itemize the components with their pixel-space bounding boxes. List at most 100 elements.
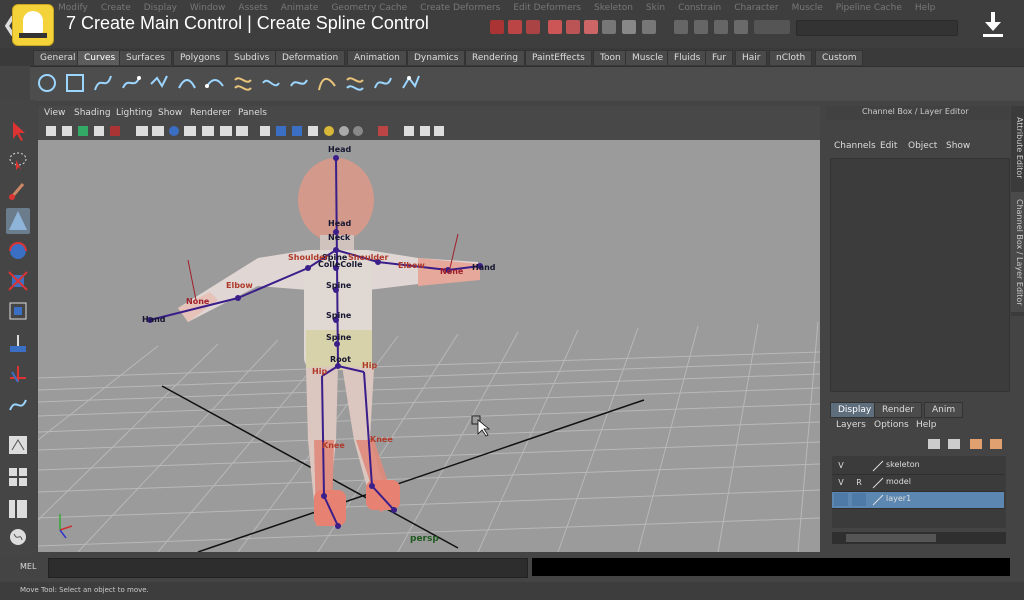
top-menu-item[interactable]: Help [915,3,936,17]
top-menu-item[interactable]: Skin [646,3,665,17]
new-layer-selected-icon[interactable] [948,439,960,449]
snap-icon[interactable] [490,20,504,34]
viewport-menu-renderer[interactable]: Renderer [190,108,231,118]
tab-anim[interactable]: Anim [924,402,964,418]
arc-tool-icon[interactable] [204,72,226,94]
scale-tool-icon[interactable] [6,268,30,294]
shelf-tab[interactable]: Subdivs [227,50,277,65]
attach-curves-icon[interactable] [232,72,254,94]
shelf-tab[interactable]: General [33,50,83,65]
top-menu-item[interactable]: Constrain [678,3,721,17]
square-curve-icon[interactable] [64,72,86,94]
tab-render[interactable]: Render [874,402,923,418]
channel-box-tab[interactable]: Channel Box / Layer Editor [1011,192,1024,312]
layer-scrollbar[interactable] [832,532,1006,544]
snap-icon[interactable] [508,20,522,34]
perspective-viewport[interactable]: Head Head Neck Spine ColleColle Spine Sp… [38,140,820,552]
offset-curve-icon[interactable] [344,72,366,94]
top-menu-item[interactable]: Character [734,3,778,17]
cb-menu-object[interactable]: Object [908,141,937,151]
snap-icon[interactable] [548,20,562,34]
detach-curves-icon[interactable] [260,72,282,94]
mel-label[interactable]: MEL [20,562,36,571]
last-tool-icon[interactable] [6,392,30,418]
shelf-tab[interactable]: Toon [593,50,628,65]
shelf-tab[interactable]: nCloth [769,50,813,65]
shelf-tab[interactable]: Fluids [667,50,708,65]
layer-type-toggle[interactable] [852,459,866,472]
shelf-tab[interactable]: Custom [815,50,864,65]
hypershade-layout-icon[interactable] [6,524,30,550]
le-menu-layers[interactable]: Layers [836,420,866,430]
snap-icon[interactable] [566,20,580,34]
viewport-menu-view[interactable]: View [44,108,65,118]
cb-menu-edit[interactable]: Edit [880,141,897,151]
render-icon[interactable] [734,20,748,34]
scrollbar-thumb[interactable] [846,534,936,542]
show-manipulator-icon[interactable] [6,362,30,388]
rebuild-curve-icon[interactable] [372,72,394,94]
move-down-icon[interactable] [990,439,1002,449]
circle-curve-icon[interactable] [36,72,58,94]
top-menu-item[interactable]: Skeleton [594,3,633,17]
viewport-menu-show[interactable]: Show [158,108,182,118]
render-icon[interactable] [714,20,728,34]
snap-icon[interactable] [584,20,598,34]
shelf-tab[interactable]: Animation [347,50,407,65]
select-tool-icon[interactable] [6,118,30,144]
layer-color-swatch[interactable] [872,460,884,472]
layer-visibility-toggle[interactable]: V [834,476,848,489]
viewport-menu-lighting[interactable]: Lighting [116,108,152,118]
layer-color-swatch[interactable] [872,494,884,506]
outliner-layout-icon[interactable] [6,496,30,522]
universal-manip-icon[interactable] [6,298,30,324]
render-icon[interactable] [694,20,708,34]
cb-menu-show[interactable]: Show [946,141,970,151]
pencil-curve-icon[interactable] [148,72,170,94]
le-menu-help[interactable]: Help [916,420,937,430]
ep-curve-icon[interactable] [120,72,142,94]
shelf-tab[interactable]: Dynamics [407,50,466,65]
viewport-toolbar-icons[interactable] [38,122,820,140]
shelf-tab[interactable]: Surfaces [119,50,172,65]
shelf-tab[interactable]: Fur [705,50,734,65]
arc-icon[interactable] [176,72,198,94]
history-icon[interactable] [602,20,616,34]
viewport-menu-shading[interactable]: Shading [74,108,111,118]
download-icon[interactable] [980,10,1006,38]
extend-curve-icon[interactable] [316,72,338,94]
shelf-tab[interactable]: Deformation [275,50,346,65]
cv-curve-icon[interactable] [92,72,114,94]
layer-visibility-toggle[interactable]: V [834,459,848,472]
layer-row[interactable]: V skeleton [832,458,1004,475]
shelf-tab[interactable]: Muscle [625,50,671,65]
shelf-tab[interactable]: Curves [77,50,123,65]
history-icon[interactable] [642,20,656,34]
quick-search-field[interactable] [796,20,958,36]
shelf-tab[interactable]: Rendering [465,50,525,65]
channel-box-area[interactable] [830,158,1010,392]
shelf-tab[interactable]: Hair [735,50,768,65]
new-layer-icon[interactable] [928,439,940,449]
add-points-icon[interactable] [400,72,422,94]
top-menu-item[interactable]: Create Deformers [420,3,500,17]
mel-input[interactable] [48,558,528,578]
four-pane-layout-icon[interactable] [6,464,30,490]
input-line-field[interactable] [754,20,790,34]
layer-row[interactable]: layer1 [832,492,1004,509]
snap-icon[interactable] [526,20,540,34]
render-icon[interactable] [674,20,688,34]
single-pane-layout-icon[interactable] [6,432,30,458]
shelf-tab[interactable]: PaintEffects [525,50,592,65]
shelf-tab[interactable]: Polygons [173,50,228,65]
layer-visibility-toggle[interactable] [834,493,848,506]
tab-display[interactable]: Display [830,402,880,418]
le-menu-options[interactable]: Options [874,420,909,430]
history-icon[interactable] [622,20,636,34]
rotate-tool-icon[interactable] [6,238,30,264]
layer-type-toggle[interactable]: R [852,476,866,489]
move-tool-icon[interactable] [6,208,30,234]
layer-color-swatch[interactable] [872,477,884,489]
attribute-editor-tab[interactable]: Attribute Editor [1011,112,1024,184]
soft-mod-icon[interactable] [6,332,30,358]
